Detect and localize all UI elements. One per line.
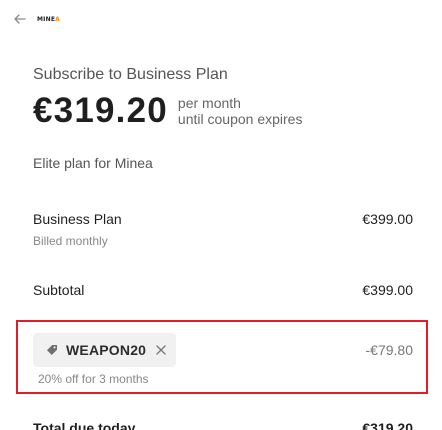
- line-item-business-plan: Business Plan €399.00: [33, 211, 413, 227]
- billing-frequency: Billed monthly: [33, 234, 108, 248]
- subtotal-row: Subtotal €399.00: [33, 282, 413, 298]
- coupon-note: 20% off for 3 months: [38, 372, 149, 386]
- discount-amount: -€79.80: [365, 342, 413, 358]
- remove-coupon-icon[interactable]: [155, 344, 167, 356]
- logo-text-accent: A: [55, 15, 60, 23]
- line-item-label: Business Plan: [33, 211, 122, 227]
- plan-price: €319.20: [33, 91, 168, 130]
- top-bar: MINE A: [13, 11, 60, 27]
- total-amount: €319.20: [362, 420, 413, 430]
- minea-logo[interactable]: MINE A: [37, 16, 60, 23]
- subtotal-label: Subtotal: [33, 282, 85, 298]
- coupon-code: WEAPON20: [66, 342, 147, 358]
- price-details: per month until coupon expires: [178, 95, 303, 127]
- total-row: Total due today €319.20: [33, 420, 413, 430]
- line-item-amount: €399.00: [362, 211, 413, 227]
- plan-description: Elite plan for Minea: [33, 155, 153, 171]
- subtotal-amount: €399.00: [362, 282, 413, 298]
- total-label: Total due today: [33, 420, 136, 430]
- price-note: until coupon expires: [177, 111, 303, 127]
- price-row: €319.20 per month until coupon expires: [33, 91, 302, 131]
- price-period: per month: [177, 95, 241, 111]
- tag-icon: [45, 343, 59, 357]
- logo-text: MINE: [37, 15, 56, 23]
- plan-title: Subscribe to Business Plan: [33, 66, 228, 83]
- coupon-chip[interactable]: WEAPON20: [33, 333, 176, 367]
- back-arrow-icon[interactable]: [13, 12, 27, 26]
